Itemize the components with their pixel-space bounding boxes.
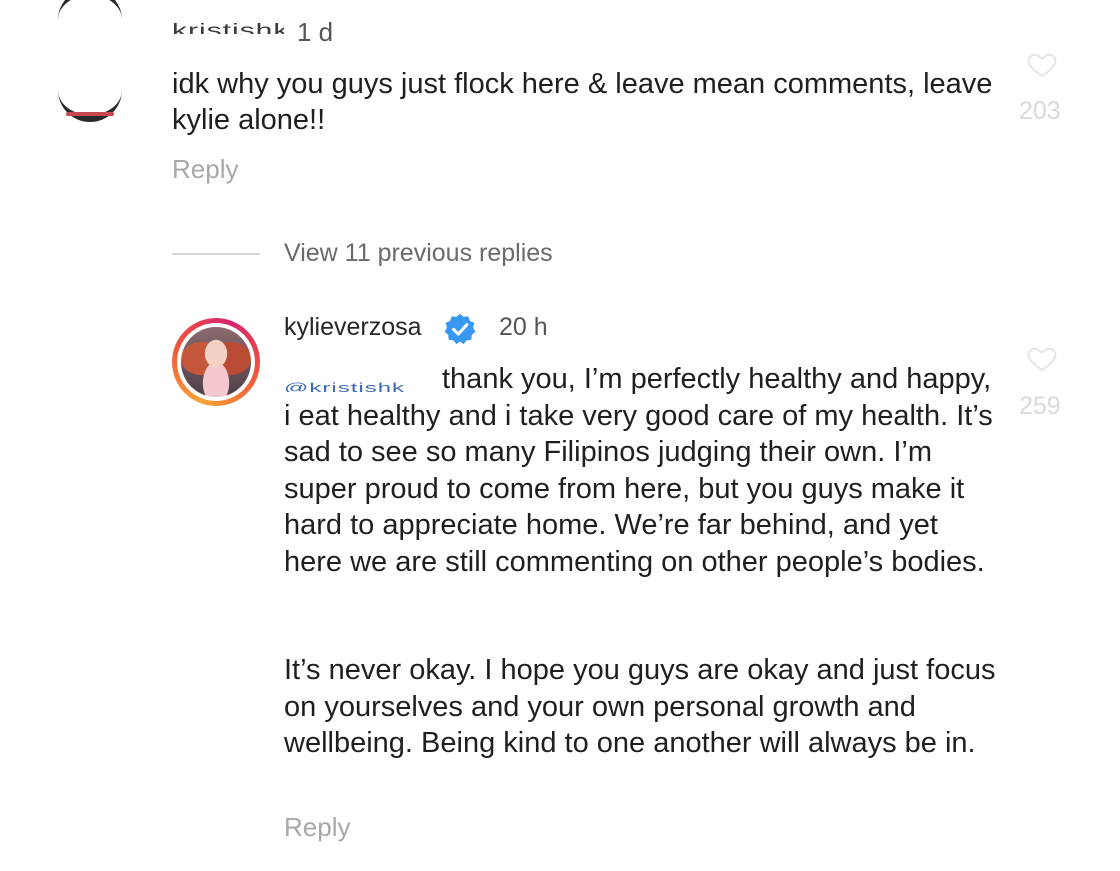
avatar-accent — [66, 112, 114, 116]
reply-comment-reply-button[interactable]: Reply — [284, 812, 350, 843]
view-previous-replies-button[interactable]: View 11 previous replies — [284, 239, 553, 268]
avatar-photo — [181, 327, 251, 397]
top-comment-time: 1 d — [297, 17, 334, 47]
reply-avatar[interactable] — [172, 318, 260, 406]
verified-badge-icon — [444, 313, 476, 345]
reply-like-count: 259 — [1019, 392, 1061, 420]
avatar-ring-gap — [177, 323, 255, 401]
top-comment-username[interactable]: kristishk — [172, 22, 284, 34]
top-comment-text: idk why you guys just flock here & leave… — [172, 68, 993, 136]
replies-divider — [172, 253, 260, 255]
top-comment-avatar[interactable] — [58, 0, 122, 128]
reply-text-paragraph-2: It’s never okay. I hope you guys are oka… — [284, 654, 996, 759]
reply-text-paragraph-1: thank you, I’m perfectly healthy and hap… — [284, 363, 993, 578]
top-comment-reply-button[interactable]: Reply — [172, 154, 238, 185]
avatar-mask — [58, 28, 122, 86]
reply-time: 20 h — [499, 313, 548, 341]
reply-username[interactable]: kylieverzosa — [284, 313, 422, 342]
heart-icon[interactable] — [1026, 342, 1058, 374]
top-comment-like-count: 203 — [1019, 97, 1061, 125]
heart-icon[interactable] — [1026, 48, 1058, 80]
